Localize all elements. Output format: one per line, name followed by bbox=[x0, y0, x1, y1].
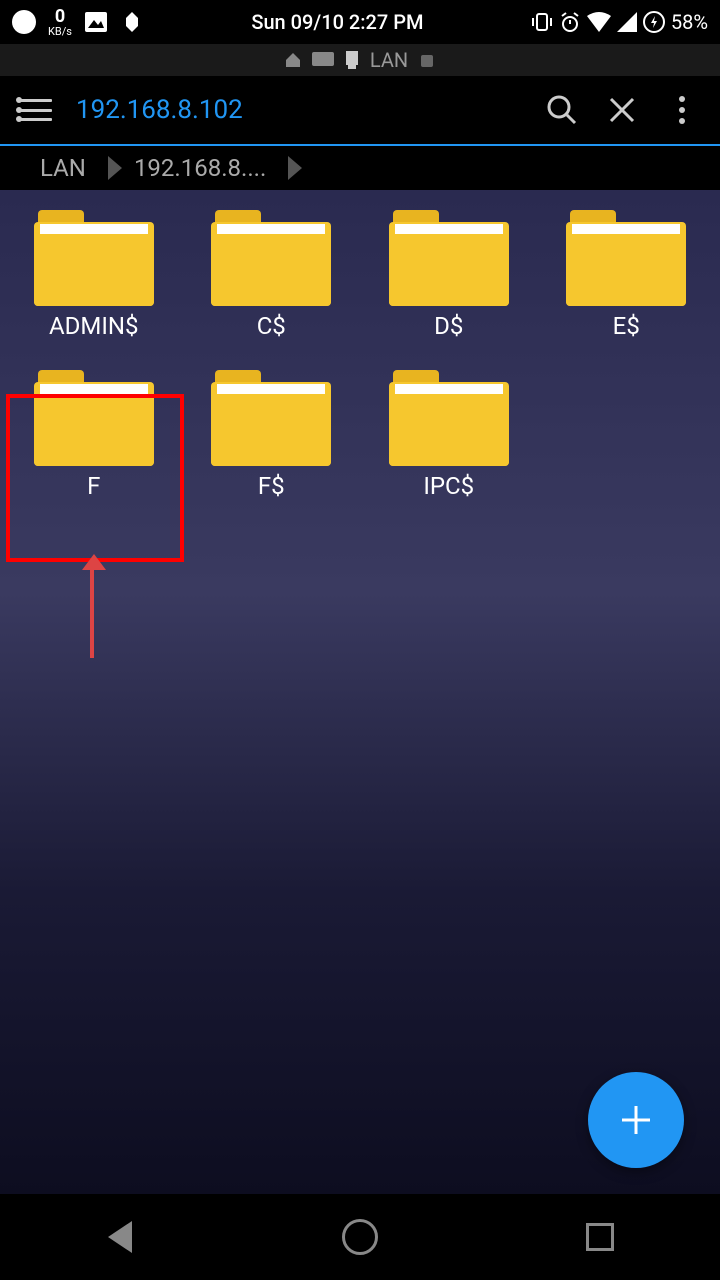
folder-label: ADMIN$ bbox=[49, 312, 139, 340]
android-icon bbox=[418, 51, 436, 69]
leaf-icon bbox=[120, 10, 144, 34]
system-nav-bar bbox=[0, 1194, 720, 1280]
plus-icon bbox=[616, 1100, 656, 1140]
folder-admin[interactable]: ADMIN$ bbox=[10, 210, 178, 340]
fab-add-button[interactable] bbox=[588, 1072, 684, 1168]
picture-icon bbox=[84, 11, 108, 33]
address-bar[interactable]: 192.168.8.102 bbox=[76, 95, 520, 125]
home-icon bbox=[284, 51, 302, 69]
home-button[interactable] bbox=[340, 1217, 380, 1257]
breadcrumb: LAN 192.168.8.... bbox=[0, 146, 720, 190]
folder-icon bbox=[566, 210, 686, 306]
close-icon bbox=[607, 95, 637, 125]
speed-unit: KB/s bbox=[48, 26, 72, 37]
folder-grid: ADMIN$ C$ D$ E$ F F$ IPC$ bbox=[10, 210, 710, 500]
status-left: 0 KB/s bbox=[12, 8, 144, 37]
battery-percent: 58% bbox=[671, 10, 708, 34]
search-button[interactable] bbox=[544, 92, 580, 128]
home-icon bbox=[342, 1219, 378, 1255]
folder-f-dollar[interactable]: F$ bbox=[188, 370, 356, 500]
recents-icon bbox=[586, 1223, 614, 1251]
recents-button[interactable] bbox=[580, 1217, 620, 1257]
speed-value: 0 bbox=[55, 8, 65, 26]
menu-icon[interactable] bbox=[20, 99, 52, 121]
folder-icon bbox=[211, 370, 331, 466]
folder-icon bbox=[211, 210, 331, 306]
close-button[interactable] bbox=[604, 92, 640, 128]
breadcrumb-item[interactable]: LAN bbox=[40, 154, 134, 182]
folder-label: D$ bbox=[434, 312, 463, 340]
wifi-icon bbox=[587, 12, 611, 32]
folder-label: E$ bbox=[613, 312, 640, 340]
folder-e[interactable]: E$ bbox=[543, 210, 711, 340]
back-icon bbox=[108, 1221, 132, 1253]
breadcrumb-item[interactable]: 192.168.8.... bbox=[134, 154, 314, 182]
folder-icon bbox=[34, 210, 154, 306]
folder-label: C$ bbox=[257, 312, 286, 340]
folder-ipc[interactable]: IPC$ bbox=[365, 370, 533, 500]
back-button[interactable] bbox=[100, 1217, 140, 1257]
bus-icon bbox=[312, 52, 334, 68]
address-text: 192.168.8.102 bbox=[76, 95, 243, 125]
secondary-bar: LAN bbox=[0, 44, 720, 76]
folder-c[interactable]: C$ bbox=[188, 210, 356, 340]
folder-label: F bbox=[87, 472, 100, 500]
status-bar: 0 KB/s Sun 09/10 2:27 PM 58% bbox=[0, 0, 720, 44]
content-area: ADMIN$ C$ D$ E$ F F$ IPC$ bbox=[0, 190, 720, 1194]
folder-label: IPC$ bbox=[423, 472, 474, 500]
folder-icon bbox=[389, 370, 509, 466]
notification-dot-icon bbox=[12, 10, 36, 34]
folder-icon bbox=[34, 370, 154, 466]
network-speed: 0 KB/s bbox=[48, 8, 72, 37]
battery-charge-icon bbox=[643, 11, 665, 33]
vibrate-icon bbox=[531, 11, 553, 33]
folder-icon bbox=[389, 210, 509, 306]
status-right: 58% bbox=[531, 10, 708, 34]
folder-label: F$ bbox=[258, 472, 285, 500]
cell-signal-icon bbox=[617, 12, 637, 32]
app-bar: 192.168.8.102 bbox=[0, 76, 720, 146]
datetime: Sun 09/10 2:27 PM bbox=[251, 10, 423, 34]
annotation-arrow bbox=[90, 568, 94, 658]
more-vert-icon bbox=[678, 95, 686, 125]
title-label: LAN bbox=[370, 48, 408, 72]
more-button[interactable] bbox=[664, 92, 700, 128]
status-center: Sun 09/10 2:27 PM bbox=[251, 10, 423, 34]
alarm-icon bbox=[559, 11, 581, 33]
search-icon bbox=[546, 94, 578, 126]
folder-f[interactable]: F bbox=[10, 370, 178, 500]
folder-d[interactable]: D$ bbox=[365, 210, 533, 340]
device-icon bbox=[344, 51, 360, 69]
